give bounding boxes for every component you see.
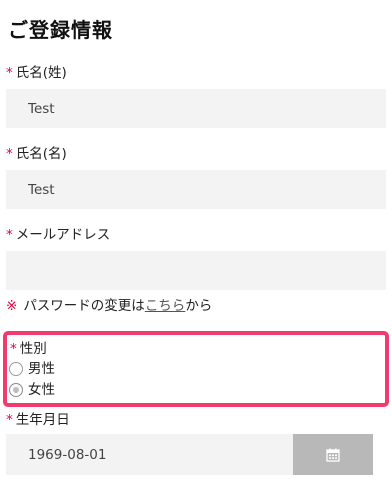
page-title: ご登録情報 bbox=[8, 18, 113, 42]
birthday-label-text: 生年月日 bbox=[15, 412, 70, 428]
gender-label-text: 性別 bbox=[19, 341, 47, 357]
email-label-text: メールアドレス bbox=[15, 227, 111, 243]
required-mark: * bbox=[6, 65, 13, 81]
first-name-label-text: 氏名(名) bbox=[15, 146, 67, 162]
required-mark: * bbox=[10, 341, 17, 357]
first-name-input[interactable] bbox=[6, 170, 386, 209]
gender-option-female[interactable]: 女性 bbox=[9, 381, 55, 399]
required-mark: * bbox=[6, 227, 13, 243]
note-text-after: から bbox=[185, 298, 213, 314]
note-mark: ※ bbox=[6, 298, 18, 314]
radio-button-female[interactable] bbox=[9, 383, 23, 397]
first-name-label: * 氏名(名) bbox=[6, 145, 67, 163]
radio-button-male[interactable] bbox=[9, 362, 23, 376]
password-change-link[interactable]: こちら bbox=[145, 298, 186, 314]
required-mark: * bbox=[6, 412, 13, 428]
gender-option-male[interactable]: 男性 bbox=[9, 360, 55, 378]
required-mark: * bbox=[6, 146, 13, 162]
email-input[interactable] bbox=[6, 251, 386, 290]
note-text-before: パスワードの変更は bbox=[23, 298, 145, 314]
gender-option-female-label[interactable]: 女性 bbox=[28, 381, 55, 399]
password-change-note: ※ パスワードの変更はこちらから bbox=[6, 297, 212, 315]
birthday-field bbox=[6, 434, 373, 475]
last-name-input[interactable] bbox=[6, 89, 386, 128]
gender-option-male-label[interactable]: 男性 bbox=[28, 360, 55, 378]
birthday-input[interactable] bbox=[6, 434, 293, 475]
calendar-button[interactable] bbox=[293, 434, 373, 475]
gender-label: * 性別 bbox=[10, 340, 47, 358]
birthday-label: * 生年月日 bbox=[6, 411, 70, 429]
last-name-label-text: 氏名(姓) bbox=[15, 65, 67, 81]
last-name-label: * 氏名(姓) bbox=[6, 64, 67, 82]
gender-highlight-box: * 性別 男性 女性 bbox=[3, 331, 389, 407]
calendar-icon bbox=[326, 448, 340, 462]
email-label: * メールアドレス bbox=[6, 226, 110, 244]
